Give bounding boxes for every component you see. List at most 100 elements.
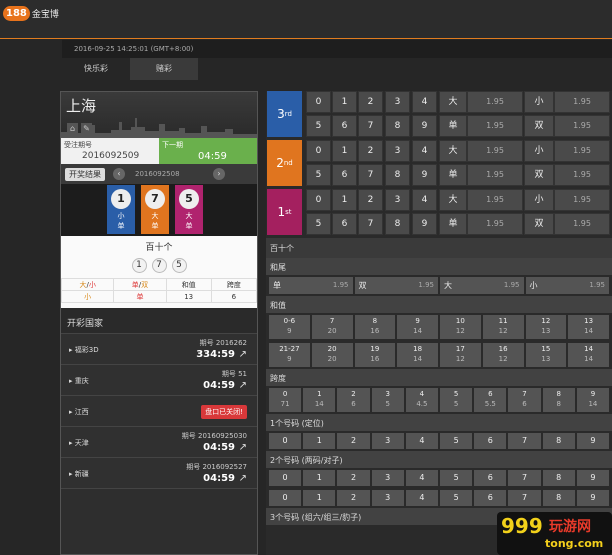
- option-cell[interactable]: 双: [524, 213, 554, 235]
- arrow-icon[interactable]: ↗: [239, 473, 247, 484]
- kuadu-cell[interactable]: 88: [542, 388, 575, 412]
- arrow-icon[interactable]: ↗: [239, 442, 247, 453]
- option-cell[interactable]: 小: [524, 91, 554, 113]
- option-cell[interactable]: 小: [524, 189, 554, 211]
- digit-cell[interactable]: 3: [371, 490, 404, 506]
- digit-cell[interactable]: 4: [405, 470, 439, 486]
- digit-cell[interactable]: 0: [269, 433, 302, 449]
- lottery-item[interactable]: ▸ 江西 盘口已关闭!: [61, 396, 257, 427]
- odds-cell[interactable]: 1.95: [554, 140, 610, 162]
- option-cell[interactable]: 小: [524, 140, 554, 162]
- bet-option[interactable]: 单 1.95: [269, 277, 353, 294]
- tool-icon[interactable]: ✎: [81, 123, 92, 134]
- digit-cell[interactable]: 9: [412, 115, 437, 137]
- kuadu-cell[interactable]: 4 4.5: [405, 388, 439, 412]
- digit-cell[interactable]: 1: [303, 470, 336, 486]
- digit-cell[interactable]: 0: [306, 140, 331, 162]
- tab-ducai[interactable]: 赌彩: [130, 58, 198, 80]
- odds-cell[interactable]: 1.95: [467, 115, 523, 137]
- digit-cell[interactable]: 7: [358, 213, 383, 235]
- hezhi-cell[interactable]: 18 14: [397, 343, 438, 367]
- digit-cell[interactable]: 1: [332, 140, 357, 162]
- odds-cell[interactable]: 1.95: [554, 213, 610, 235]
- hezhi-cell[interactable]: 15 13: [525, 343, 567, 367]
- results-button[interactable]: 开奖结果: [65, 167, 105, 181]
- hezhi-cell[interactable]: 12 13: [525, 315, 567, 339]
- option-cell[interactable]: 大: [439, 189, 467, 211]
- odds-cell[interactable]: 1.95: [554, 115, 610, 137]
- digit-cell[interactable]: 4: [412, 91, 437, 113]
- digit-cell[interactable]: 2: [337, 433, 370, 449]
- digit-cell[interactable]: 5: [440, 470, 473, 486]
- digit-cell[interactable]: 1: [303, 490, 336, 506]
- digit-cell[interactable]: 5: [440, 490, 473, 506]
- option-cell[interactable]: 双: [524, 164, 554, 186]
- hezhi-cell[interactable]: 13 14: [568, 315, 609, 339]
- hezhi-cell[interactable]: 14 14: [568, 343, 609, 367]
- digit-cell[interactable]: 3: [385, 91, 410, 113]
- digit-cell[interactable]: 1: [303, 433, 336, 449]
- digit-cell[interactable]: 3: [371, 470, 404, 486]
- digit-cell[interactable]: 3: [385, 189, 410, 211]
- odds-cell[interactable]: 1.95: [467, 164, 523, 186]
- digit-cell[interactable]: 4: [405, 433, 439, 449]
- logo[interactable]: 188 金宝博: [3, 6, 59, 21]
- digit-cell[interactable]: 6: [474, 470, 507, 486]
- arrow-icon[interactable]: ↗: [239, 349, 247, 360]
- digit-cell[interactable]: 6: [332, 164, 357, 186]
- digit-cell[interactable]: 0: [306, 189, 331, 211]
- digit-cell[interactable]: 2: [358, 91, 383, 113]
- kuadu-cell[interactable]: 55: [440, 388, 473, 412]
- digit-cell[interactable]: 5: [306, 115, 331, 137]
- option-cell[interactable]: 单: [439, 164, 467, 186]
- digit-cell[interactable]: 8: [385, 213, 410, 235]
- hezhi-cell[interactable]: 21-27 9: [269, 343, 310, 367]
- digit-cell[interactable]: 6: [332, 213, 357, 235]
- lottery-item[interactable]: ▸ 重庆 期号 51 04:59 ↗: [61, 365, 257, 396]
- bet-option[interactable]: 大 1.95: [440, 277, 524, 294]
- hezhi-cell[interactable]: 17 12: [440, 343, 481, 367]
- digit-cell[interactable]: 4: [412, 189, 437, 211]
- kuadu-cell[interactable]: 6 5.5: [474, 388, 507, 412]
- hezhi-cell[interactable]: 10 12: [440, 315, 481, 339]
- option-cell[interactable]: 单: [439, 115, 467, 137]
- digit-cell[interactable]: 8: [385, 115, 410, 137]
- digit-cell[interactable]: 8: [542, 433, 575, 449]
- hezhi-cell[interactable]: 0-6 9: [269, 315, 310, 339]
- digit-cell[interactable]: 9: [412, 213, 437, 235]
- kuadu-cell[interactable]: 9 14: [576, 388, 610, 412]
- digit-cell[interactable]: 4: [405, 490, 439, 506]
- digit-cell[interactable]: 9: [576, 470, 610, 486]
- lottery-item[interactable]: ▸ 福彩3D 期号 2016262 334:59 ↗: [61, 334, 257, 365]
- digit-cell[interactable]: 8: [542, 490, 575, 506]
- digit-cell[interactable]: 2: [337, 470, 370, 486]
- digit-cell[interactable]: 6: [474, 433, 507, 449]
- lottery-item[interactable]: ▸ 天津 期号 20160925030 04:59 ↗: [61, 427, 257, 458]
- odds-cell[interactable]: 1.95: [554, 164, 610, 186]
- digit-cell[interactable]: 9: [576, 490, 610, 506]
- tab-kuailecai[interactable]: 快乐彩: [62, 58, 130, 80]
- kuadu-cell[interactable]: 76: [508, 388, 541, 412]
- digit-cell[interactable]: 7: [508, 470, 541, 486]
- arrow-icon[interactable]: ↗: [239, 380, 247, 391]
- hezhi-cell[interactable]: 11 12: [482, 315, 524, 339]
- digit-cell[interactable]: 7: [508, 490, 541, 506]
- kuadu-cell[interactable]: 26: [337, 388, 370, 412]
- digit-cell[interactable]: 1: [332, 91, 357, 113]
- digit-cell[interactable]: 0: [269, 470, 302, 486]
- odds-cell[interactable]: 1.95: [467, 213, 523, 235]
- digit-cell[interactable]: 7: [358, 164, 383, 186]
- digit-cell[interactable]: 3: [371, 433, 404, 449]
- odds-cell[interactable]: 1.95: [554, 189, 610, 211]
- next-arrow-icon[interactable]: ›: [213, 168, 225, 180]
- digit-cell[interactable]: 2: [358, 189, 383, 211]
- option-cell[interactable]: 大: [439, 140, 467, 162]
- digit-cell[interactable]: 0: [306, 91, 331, 113]
- odds-cell[interactable]: 1.95: [554, 91, 610, 113]
- digit-cell[interactable]: 0: [269, 490, 302, 506]
- digit-cell[interactable]: 5: [440, 433, 473, 449]
- digit-cell[interactable]: 4: [412, 140, 437, 162]
- odds-cell[interactable]: 1.95: [467, 140, 523, 162]
- lottery-item[interactable]: ▸ 新疆 期号 2016092527 04:59 ↗: [61, 458, 257, 489]
- digit-cell[interactable]: 3: [385, 140, 410, 162]
